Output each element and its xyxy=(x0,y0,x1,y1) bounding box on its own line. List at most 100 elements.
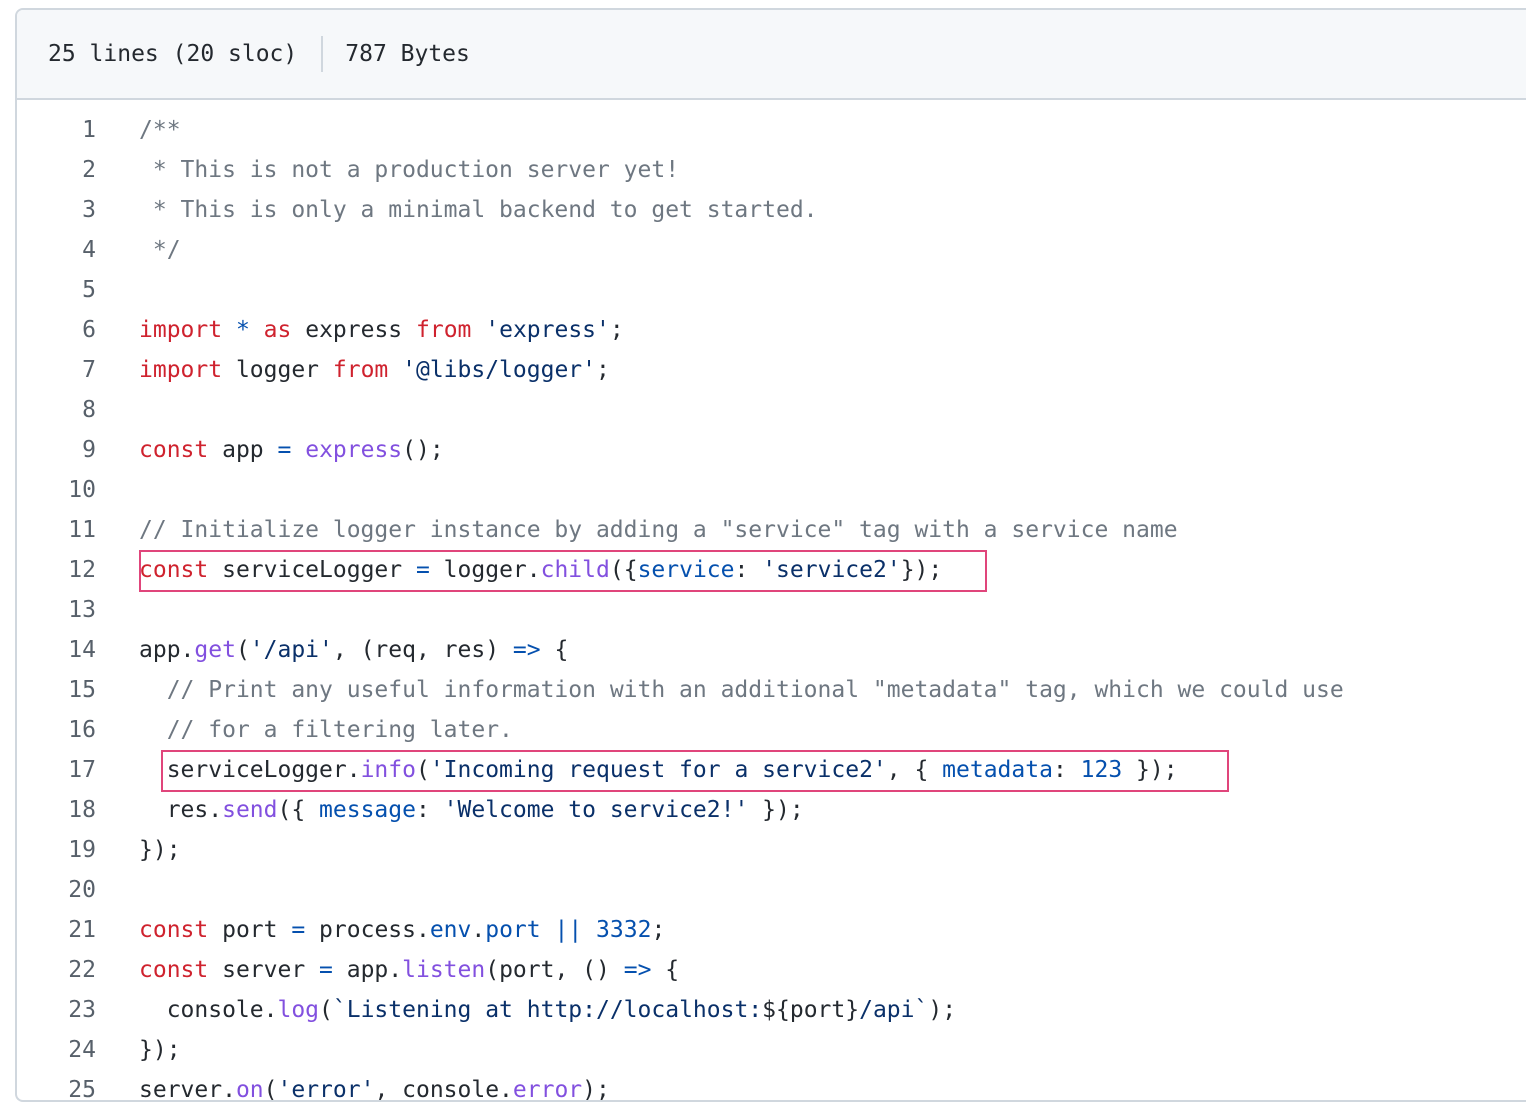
line-source: // Initialize logger instance by adding … xyxy=(139,510,1178,550)
code-token: 'Incoming request for a service2' xyxy=(429,757,887,783)
line-source: const port = process.env.port || 3332; xyxy=(139,910,665,950)
code-token: , console. xyxy=(374,1077,513,1102)
code-line: 1 /** xyxy=(17,110,1526,150)
line-number[interactable]: 2 xyxy=(17,150,96,190)
line-number[interactable]: 13 xyxy=(17,590,96,630)
code-line: 12 const serviceLogger = logger.child({se… xyxy=(17,550,1526,590)
line-number[interactable]: 3 xyxy=(17,190,96,230)
line-number[interactable]: 10 xyxy=(17,470,96,510)
line-source: res.send({ message: 'Welcome to service2… xyxy=(139,790,804,830)
code-token: 123 xyxy=(1080,757,1123,783)
line-number[interactable]: 12 xyxy=(17,550,96,590)
line-source: server.on('error', console.error); xyxy=(139,1070,610,1102)
line-number[interactable]: 22 xyxy=(17,950,96,990)
code-token: ; xyxy=(609,317,624,343)
code-token: => xyxy=(623,957,652,983)
code-token: listen xyxy=(402,957,486,983)
code-token: }); xyxy=(139,1037,181,1063)
line-number[interactable]: 11 xyxy=(17,510,96,550)
code-line: 23 console.log(`Listening at http://loca… xyxy=(17,990,1526,1030)
code-token: // for a filtering later. xyxy=(166,717,513,743)
code-token: app. xyxy=(332,957,403,983)
code-token: error xyxy=(512,1077,583,1102)
code-token: logger. xyxy=(429,557,541,583)
code-token: = xyxy=(415,557,430,583)
line-number[interactable]: 5 xyxy=(17,270,96,310)
code-token: on xyxy=(235,1077,264,1102)
file-viewer: 25 lines (20 sloc) 787 Bytes 1 /** 2 * Thi… xyxy=(15,8,1526,1102)
code-token: { xyxy=(540,637,569,663)
code-token: 'service2' xyxy=(762,557,901,583)
code-line: 21 const port = process.env.port || 3332; xyxy=(17,910,1526,950)
code-token: : xyxy=(734,557,763,583)
code-line: 19}); xyxy=(17,830,1526,870)
line-number[interactable]: 25 xyxy=(17,1070,96,1100)
line-number[interactable]: 19 xyxy=(17,830,96,870)
code-line: 6 import * as express from 'express'; xyxy=(17,310,1526,350)
code-token: }); xyxy=(900,557,943,583)
code-token: ( xyxy=(319,997,333,1023)
code-token: 'Welcome to service2!' xyxy=(443,797,749,823)
code-token: console. xyxy=(139,997,278,1023)
line-source: const serviceLogger = logger.child({serv… xyxy=(139,550,942,590)
line-number[interactable]: 6 xyxy=(17,310,96,350)
code-token: info xyxy=(360,757,416,783)
code-token: const xyxy=(139,917,209,943)
file-info-header: 25 lines (20 sloc) 787 Bytes xyxy=(17,10,1526,100)
code-token: '/api' xyxy=(249,637,333,663)
code-token: send xyxy=(222,797,278,823)
line-number[interactable]: 20 xyxy=(17,870,96,910)
code-line: 22 const server = app.listen(port, () => … xyxy=(17,950,1526,990)
code-listing[interactable]: 1 /** 2 * This is not a production server … xyxy=(17,102,1526,1100)
code-token: ({ xyxy=(609,557,638,583)
code-token: || xyxy=(554,917,583,943)
line-source: * This is not a production server yet! xyxy=(139,150,679,190)
code-token: metadata xyxy=(942,757,1053,783)
code-token: : xyxy=(415,797,444,823)
code-token: ); xyxy=(582,1077,610,1102)
code-token: 'express' xyxy=(485,317,610,343)
line-number[interactable]: 21 xyxy=(17,910,96,950)
line-number[interactable]: 17 xyxy=(17,750,96,790)
line-number[interactable]: 16 xyxy=(17,710,96,750)
code-token: app xyxy=(208,437,278,463)
line-source: const app = express(); xyxy=(139,430,444,470)
code-line: 3 * This is only a minimal backend to ge… xyxy=(17,190,1526,230)
code-token: serviceLogger. xyxy=(139,757,361,783)
code-token: }); xyxy=(1122,757,1178,783)
code-line: 15 // Print any useful information with … xyxy=(17,670,1526,710)
code-token: 'error' xyxy=(277,1077,375,1102)
code-token: ${port} xyxy=(762,997,860,1023)
code-token: , { xyxy=(886,757,943,783)
line-number[interactable]: 8 xyxy=(17,390,96,430)
code-token: . xyxy=(471,917,486,943)
code-line: 8 xyxy=(17,390,1526,430)
line-number[interactable]: 15 xyxy=(17,670,96,710)
line-number[interactable]: 7 xyxy=(17,350,96,390)
line-number[interactable]: 4 xyxy=(17,230,96,270)
line-source: serviceLogger.info('Incoming request for… xyxy=(139,750,1178,790)
line-source: */ xyxy=(139,230,181,270)
line-number[interactable]: 14 xyxy=(17,630,96,670)
code-token: ( xyxy=(263,1077,278,1102)
code-token: => xyxy=(512,637,541,663)
line-number[interactable]: 18 xyxy=(17,790,96,830)
code-token: // Initialize logger instance by adding … xyxy=(139,517,1178,543)
line-number[interactable]: 24 xyxy=(17,1030,96,1070)
code-token: `Listening at http://localhost: xyxy=(332,997,763,1023)
code-token: , (req, res) xyxy=(332,637,513,663)
line-number[interactable]: 1 xyxy=(17,110,96,150)
line-number[interactable]: 23 xyxy=(17,990,96,1030)
code-token: process. xyxy=(305,917,430,943)
code-token: = xyxy=(319,957,333,983)
line-source: * This is only a minimal backend to get … xyxy=(139,190,818,230)
code-token: env xyxy=(429,917,472,943)
code-token: server xyxy=(208,957,320,983)
line-source: }); xyxy=(139,830,181,870)
code-token: import xyxy=(139,317,223,343)
line-number[interactable]: 9 xyxy=(17,430,96,470)
